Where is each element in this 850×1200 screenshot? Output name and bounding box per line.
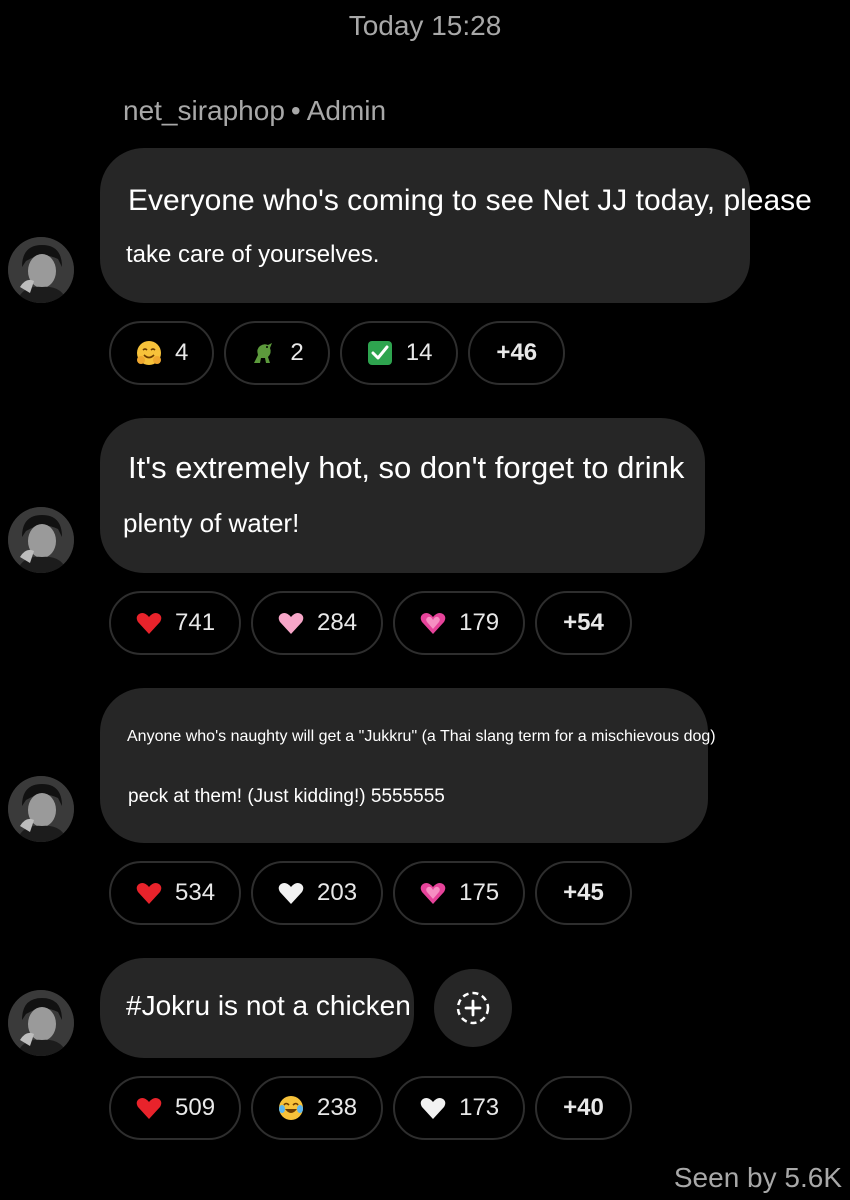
reaction-count: 175 [459,879,500,906]
sender-separator: • [290,95,301,126]
sparkling-heart-icon [419,879,447,907]
message-text-line: plenty of water! [123,508,300,538]
avatar[interactable] [8,776,74,842]
reaction-bar: 534 203 175 +45 [109,861,632,925]
reaction-chip[interactable]: 173 [393,1076,526,1140]
seen-counter[interactable]: Seen by 5.6K [674,1162,842,1194]
reaction-count: 203 [317,879,358,906]
tears-of-joy-icon [277,1094,305,1122]
reaction-count: 509 [175,1094,216,1121]
sparkling-heart-icon [419,609,447,637]
message-bubble[interactable]: Anyone who's naughty will get a "Jukkru"… [100,688,716,843]
more-reactions-button[interactable]: +40 [535,1076,632,1140]
reaction-count: 14 [405,339,433,366]
white-heart-icon [419,1094,447,1122]
more-reactions-button[interactable]: +54 [535,591,632,655]
reaction-bar: 741 284 179 +54 [109,591,632,655]
message-bubble[interactable]: #Jokru is not a chicken [100,958,414,1058]
message-bubble[interactable]: It's extremely hot, so don't forget to d… [100,418,705,573]
sender-header: net_siraphop • Admin [123,95,386,127]
reaction-count: 179 [459,609,500,636]
sender-role: Admin [306,95,387,126]
message-text-line: Anyone who's naughty will get a "Jukkru"… [127,728,716,745]
avatar[interactable] [8,990,74,1056]
check-mark-icon [366,339,394,367]
reaction-count: 238 [317,1094,358,1121]
reaction-chip[interactable]: 509 [109,1076,242,1140]
reaction-chip[interactable]: 203 [251,861,384,925]
message-text-line: Everyone who's coming to see Net JJ toda… [128,184,812,217]
reaction-chip[interactable]: 284 [251,591,384,655]
more-reactions-button[interactable]: +45 [535,861,632,925]
red-heart-icon [135,879,163,907]
reaction-chip[interactable]: 741 [109,591,242,655]
reaction-chip[interactable]: 2 [224,321,330,385]
reaction-chip[interactable]: 175 [393,861,526,925]
reaction-chip[interactable]: 4 [109,321,215,385]
reaction-bar: 509 238 173 +40 [109,1076,632,1140]
reaction-chip[interactable]: 238 [251,1076,384,1140]
message-text-line: #Jokru is not a chicken [126,990,411,1021]
avatar[interactable] [8,507,74,573]
hugging-face-icon [135,339,163,367]
message-text-line: peck at them! (Just kidding!) 5555555 [128,786,445,807]
reaction-count: 534 [175,879,216,906]
message-bubble[interactable]: Everyone who's coming to see Net JJ toda… [100,148,812,303]
reaction-count: 4 [175,339,189,366]
red-heart-icon [135,1094,163,1122]
reaction-count: 173 [459,1094,500,1121]
message-text-line: take care of yourselves. [126,241,380,268]
reaction-chip[interactable]: 534 [109,861,242,925]
reaction-count: 741 [175,609,216,636]
dinosaur-icon [250,339,278,367]
red-heart-icon [135,609,163,637]
reaction-chip[interactable]: 179 [393,591,526,655]
reaction-count: 2 [290,339,304,366]
add-reaction-button[interactable] [434,969,512,1047]
reaction-count: 284 [317,609,358,636]
message-text-line: It's extremely hot, so don't forget to d… [128,450,685,485]
white-heart-icon [277,879,305,907]
message-timestamp: Today 15:28 [348,10,502,41]
reaction-bar: 4 2 14 +46 [109,321,566,385]
add-reaction-icon [456,991,490,1025]
reaction-chip[interactable]: 14 [339,321,459,385]
avatar[interactable] [8,237,74,303]
pink-heart-icon [277,609,305,637]
more-reactions-button[interactable]: +46 [468,321,566,385]
sender-name[interactable]: net_siraphop [123,95,285,126]
